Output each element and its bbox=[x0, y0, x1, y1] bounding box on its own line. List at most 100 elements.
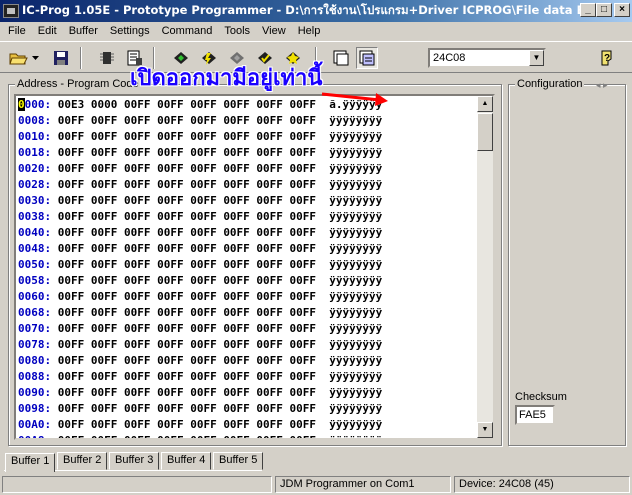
menu-buffer[interactable]: Buffer bbox=[63, 25, 104, 37]
hex-row[interactable]: 00A0: 00FF 00FF 00FF 00FF 00FF 00FF 00FF… bbox=[18, 417, 382, 433]
hex-address: 0050: bbox=[18, 258, 51, 271]
device-dropdown-arrow[interactable]: ▼ bbox=[529, 50, 544, 66]
hex-address-text: 00A0: bbox=[18, 418, 52, 431]
scroll-down-button[interactable]: ▼ bbox=[477, 422, 493, 438]
hex-row[interactable]: 0028: 00FF 00FF 00FF 00FF 00FF 00FF 00FF… bbox=[18, 177, 382, 193]
hex-editor[interactable]: 0000: 00E3 0000 00FF 00FF 00FF 00FF 00FF… bbox=[14, 94, 495, 440]
hex-cells[interactable]: 00FF 00FF 00FF 00FF 00FF 00FF 00FF 00FF bbox=[58, 434, 316, 438]
hex-cells[interactable]: 00FF 00FF 00FF 00FF 00FF 00FF 00FF 00FF bbox=[58, 162, 316, 175]
tab-buffer-5[interactable]: Buffer 5 bbox=[213, 452, 264, 470]
hex-cells[interactable]: 00FF 00FF 00FF 00FF 00FF 00FF 00FF 00FF bbox=[58, 386, 316, 399]
hex-cells[interactable]: 00FF 00FF 00FF 00FF 00FF 00FF 00FF 00FF bbox=[58, 242, 316, 255]
hex-cells[interactable]: 00FF 00FF 00FF 00FF 00FF 00FF 00FF 00FF bbox=[58, 258, 316, 271]
hex-row[interactable]: 00A8: 00FF 00FF 00FF 00FF 00FF 00FF 00FF… bbox=[18, 433, 382, 438]
hex-row[interactable]: 0018: 00FF 00FF 00FF 00FF 00FF 00FF 00FF… bbox=[18, 145, 382, 161]
hex-row[interactable]: 0058: 00FF 00FF 00FF 00FF 00FF 00FF 00FF… bbox=[18, 273, 382, 289]
scroll-up-button[interactable]: ▲ bbox=[477, 96, 493, 112]
hex-ascii: ÿÿÿÿÿÿÿÿ bbox=[329, 338, 383, 351]
hex-cells[interactable]: 00FF 00FF 00FF 00FF 00FF 00FF 00FF 00FF bbox=[58, 322, 316, 335]
hex-cells[interactable]: 00FF 00FF 00FF 00FF 00FF 00FF 00FF 00FF bbox=[58, 418, 316, 431]
hex-address: 0028: bbox=[18, 178, 51, 191]
menu-tools[interactable]: Tools bbox=[218, 25, 256, 37]
tab-buffer-3[interactable]: Buffer 3 bbox=[109, 452, 160, 470]
hex-row[interactable]: 0010: 00FF 00FF 00FF 00FF 00FF 00FF 00FF… bbox=[18, 129, 382, 145]
hex-cells[interactable]: 00E3 0000 00FF 00FF 00FF 00FF 00FF 00FF bbox=[58, 98, 316, 111]
app-icon[interactable] bbox=[3, 4, 19, 18]
hex-row[interactable]: 0068: 00FF 00FF 00FF 00FF 00FF 00FF 00FF… bbox=[18, 305, 382, 321]
title-bar: IC-Prog 1.05E - Prototype Programmer - D… bbox=[0, 0, 632, 22]
hex-ascii: ÿÿÿÿÿÿÿÿ bbox=[329, 290, 383, 303]
hex-row[interactable]: 0000: 00E3 0000 00FF 00FF 00FF 00FF 00FF… bbox=[18, 97, 382, 113]
view-hex-button[interactable] bbox=[356, 47, 378, 69]
hex-cells[interactable]: 00FF 00FF 00FF 00FF 00FF 00FF 00FF 00FF bbox=[58, 178, 316, 191]
hex-ascii: ã.ÿÿÿÿÿÿ bbox=[329, 98, 383, 111]
config-nav-arrows[interactable]: ◂ ▸ bbox=[596, 80, 608, 91]
hex-row[interactable]: 0040: 00FF 00FF 00FF 00FF 00FF 00FF 00FF… bbox=[18, 225, 382, 241]
hex-row[interactable]: 0078: 00FF 00FF 00FF 00FF 00FF 00FF 00FF… bbox=[18, 337, 382, 353]
tab-buffer-1[interactable]: Buffer 1 bbox=[5, 453, 56, 472]
menu-edit[interactable]: Edit bbox=[32, 25, 63, 37]
hex-row[interactable]: 0098: 00FF 00FF 00FF 00FF 00FF 00FF 00FF… bbox=[18, 401, 382, 417]
hex-ascii: ÿÿÿÿÿÿÿÿ bbox=[329, 434, 382, 438]
minimize-button[interactable]: _ bbox=[580, 3, 596, 17]
chip-button[interactable] bbox=[96, 47, 118, 69]
hex-cells[interactable]: 00FF 00FF 00FF 00FF 00FF 00FF 00FF 00FF bbox=[58, 194, 316, 207]
hex-row[interactable]: 0090: 00FF 00FF 00FF 00FF 00FF 00FF 00FF… bbox=[18, 385, 382, 401]
status-bar: JDM Programmer on Com1 Device: 24C08 (45… bbox=[0, 474, 632, 495]
hex-row[interactable]: 0048: 00FF 00FF 00FF 00FF 00FF 00FF 00FF… bbox=[18, 241, 382, 257]
hex-cells[interactable]: 00FF 00FF 00FF 00FF 00FF 00FF 00FF 00FF bbox=[58, 274, 316, 287]
hex-row[interactable]: 0070: 00FF 00FF 00FF 00FF 00FF 00FF 00FF… bbox=[18, 321, 382, 337]
hex-row[interactable]: 0038: 00FF 00FF 00FF 00FF 00FF 00FF 00FF… bbox=[18, 209, 382, 225]
help-button[interactable]: ? bbox=[596, 47, 618, 69]
hex-address-text: 0058: bbox=[18, 274, 52, 287]
hex-cells[interactable]: 00FF 00FF 00FF 00FF 00FF 00FF 00FF 00FF bbox=[58, 370, 316, 383]
hex-address-text: 0090: bbox=[18, 386, 52, 399]
maximize-button[interactable]: □ bbox=[596, 3, 612, 17]
hex-cells[interactable]: 00FF 00FF 00FF 00FF 00FF 00FF 00FF 00FF bbox=[58, 210, 316, 223]
hex-row[interactable]: 0020: 00FF 00FF 00FF 00FF 00FF 00FF 00FF… bbox=[18, 161, 382, 177]
hex-row[interactable]: 0080: 00FF 00FF 00FF 00FF 00FF 00FF 00FF… bbox=[18, 353, 382, 369]
hex-cells[interactable]: 00FF 00FF 00FF 00FF 00FF 00FF 00FF 00FF bbox=[58, 402, 316, 415]
scroll-thumb[interactable] bbox=[477, 113, 493, 151]
hex-row[interactable]: 0008: 00FF 00FF 00FF 00FF 00FF 00FF 00FF… bbox=[18, 113, 382, 129]
device-select[interactable]: 24C08 ▼ bbox=[428, 48, 546, 68]
menu-help[interactable]: Help bbox=[292, 25, 327, 37]
hex-cells[interactable]: 00FF 00FF 00FF 00FF 00FF 00FF 00FF 00FF bbox=[58, 338, 316, 351]
hex-row[interactable]: 0030: 00FF 00FF 00FF 00FF 00FF 00FF 00FF… bbox=[18, 193, 382, 209]
tab-buffer-4[interactable]: Buffer 4 bbox=[161, 452, 212, 470]
open-file-button[interactable] bbox=[8, 47, 30, 69]
menu-bar: File Edit Buffer Settings Command Tools … bbox=[0, 22, 632, 40]
chevron-down-icon bbox=[31, 56, 39, 60]
open-dropdown[interactable] bbox=[30, 47, 40, 69]
hex-address: 0080: bbox=[18, 354, 51, 367]
hex-cells[interactable]: 00FF 00FF 00FF 00FF 00FF 00FF 00FF 00FF bbox=[58, 146, 316, 159]
hex-address-text: 0038: bbox=[18, 210, 52, 223]
hex-address-text: 0070: bbox=[18, 322, 52, 335]
hex-cells[interactable]: 00FF 00FF 00FF 00FF 00FF 00FF 00FF 00FF bbox=[58, 114, 316, 127]
hex-row[interactable]: 0060: 00FF 00FF 00FF 00FF 00FF 00FF 00FF… bbox=[18, 289, 382, 305]
help-icon: ? bbox=[601, 50, 612, 66]
program-code-label: Address - Program Code bbox=[15, 78, 141, 90]
hex-row[interactable]: 0088: 00FF 00FF 00FF 00FF 00FF 00FF 00FF… bbox=[18, 369, 382, 385]
hex-row[interactable]: 0050: 00FF 00FF 00FF 00FF 00FF 00FF 00FF… bbox=[18, 257, 382, 273]
close-button[interactable]: × bbox=[614, 3, 630, 17]
menu-command[interactable]: Command bbox=[156, 25, 219, 37]
vertical-scrollbar[interactable]: ▲ ▼ bbox=[477, 96, 493, 438]
hex-address-text: 0018: bbox=[18, 146, 52, 159]
view-assembler-button[interactable] bbox=[330, 47, 352, 69]
menu-view[interactable]: View bbox=[256, 25, 292, 37]
open-folder-icon bbox=[9, 53, 28, 65]
hex-ascii: ÿÿÿÿÿÿÿÿ bbox=[329, 146, 383, 159]
hex-cells[interactable]: 00FF 00FF 00FF 00FF 00FF 00FF 00FF 00FF bbox=[58, 226, 316, 239]
hex-ascii: ÿÿÿÿÿÿÿÿ bbox=[329, 194, 383, 207]
hex-cells[interactable]: 00FF 00FF 00FF 00FF 00FF 00FF 00FF 00FF bbox=[58, 130, 316, 143]
tab-buffer-2[interactable]: Buffer 2 bbox=[57, 452, 108, 470]
save-button[interactable] bbox=[50, 47, 72, 69]
hex-cells[interactable]: 00FF 00FF 00FF 00FF 00FF 00FF 00FF 00FF bbox=[58, 306, 316, 319]
menu-settings[interactable]: Settings bbox=[104, 25, 156, 37]
hex-cells[interactable]: 00FF 00FF 00FF 00FF 00FF 00FF 00FF 00FF bbox=[58, 290, 316, 303]
hex-address: 0020: bbox=[18, 162, 51, 175]
menu-file[interactable]: File bbox=[2, 25, 32, 37]
hex-cells[interactable]: 00FF 00FF 00FF 00FF 00FF 00FF 00FF 00FF bbox=[58, 354, 316, 367]
hex-address: 00A8: bbox=[18, 434, 51, 438]
